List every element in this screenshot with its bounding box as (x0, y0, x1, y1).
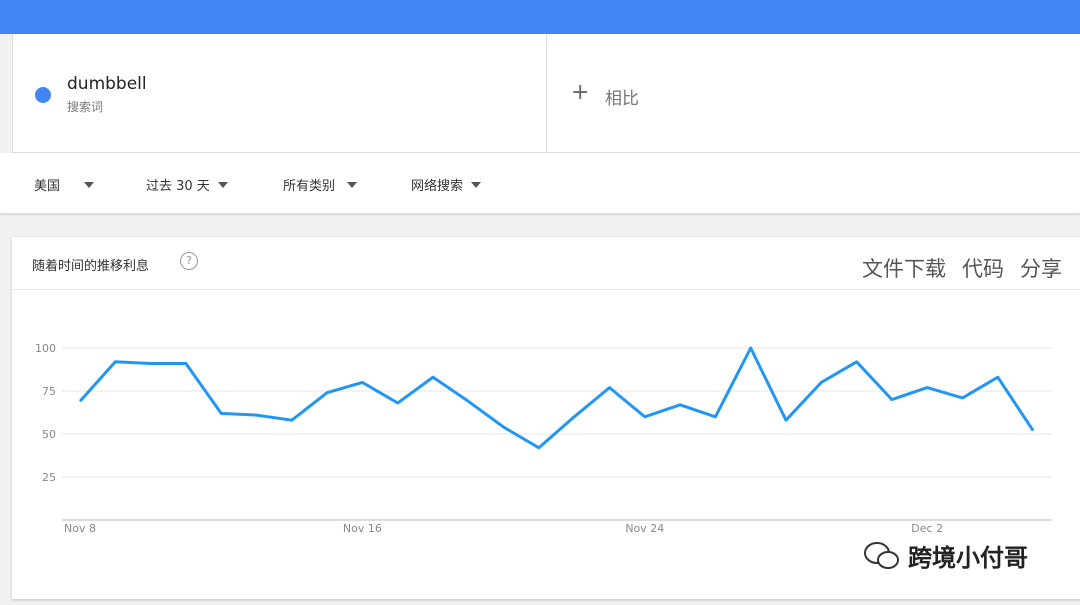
y-tick-label: 50 (42, 428, 56, 441)
data-point (713, 415, 717, 419)
series-line (78, 346, 1035, 450)
data-point (890, 398, 894, 402)
data-point (784, 418, 788, 422)
data-point (290, 418, 294, 422)
data-point (113, 360, 117, 364)
interest-line-chart: 25 50 75 100 Nov 8 Nov 16 Nov 24 Dec 2 (35, 342, 1052, 535)
y-tick-label: 75 (42, 385, 56, 398)
watermark: 跨境小付哥 (862, 538, 1028, 573)
data-point (996, 375, 1000, 379)
data-point (149, 361, 153, 365)
y-tick-label: 100 (35, 342, 56, 355)
data-point (608, 386, 612, 390)
data-point (643, 415, 647, 419)
y-tick-label: 25 (42, 471, 56, 484)
data-point (502, 425, 506, 429)
data-point (325, 391, 329, 395)
data-point (678, 403, 682, 407)
data-point (466, 399, 470, 403)
data-point (78, 399, 82, 403)
wechat-icon (864, 541, 899, 569)
x-tick-label: Dec 2 (911, 522, 943, 535)
x-tick-label: Nov 8 (64, 522, 96, 535)
data-point (572, 415, 576, 419)
data-point (855, 360, 859, 364)
data-point (537, 446, 541, 450)
data-point (925, 386, 929, 390)
data-point (255, 413, 259, 417)
x-tick-label: Nov 24 (625, 522, 664, 535)
watermark-text: 跨境小付哥 (908, 544, 1028, 572)
x-tick-label: Nov 16 (343, 522, 382, 535)
data-point (360, 380, 364, 384)
data-point (749, 346, 753, 350)
data-point (819, 380, 823, 384)
data-point (431, 375, 435, 379)
data-point (396, 401, 400, 405)
data-point (1031, 429, 1035, 433)
data-point (184, 361, 188, 365)
data-point (961, 396, 965, 400)
data-point (219, 411, 223, 415)
